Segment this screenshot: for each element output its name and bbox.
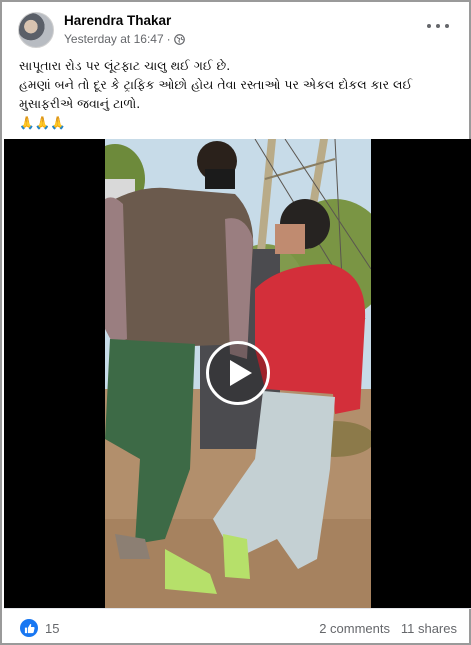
- post-timestamp[interactable]: Yesterday at 16:47: [64, 32, 164, 46]
- post-caption: સાપૂતારા રોડ પર લૂંટફાટ ચાલુ થઈ ગઈ છે. હ…: [19, 56, 459, 132]
- post-header: Harendra Thakar Yesterday at 16:47 ·: [16, 11, 457, 51]
- comments-link[interactable]: 2 comments: [319, 621, 390, 636]
- globe-icon: [173, 33, 185, 45]
- more-options-icon[interactable]: [427, 19, 449, 33]
- caption-line: મુસાફરીએ જવાનું ટાળો.: [19, 96, 141, 111]
- reaction-count[interactable]: 15: [45, 621, 59, 636]
- play-button[interactable]: [206, 341, 270, 405]
- video-player[interactable]: [4, 139, 471, 608]
- post-card: Harendra Thakar Yesterday at 16:47 · સાપ…: [0, 0, 471, 645]
- post-meta: Yesterday at 16:47 ·: [64, 32, 185, 46]
- avatar[interactable]: [18, 12, 54, 48]
- caption-line: સાપૂતારા રોડ પર લૂંટફાટ ચાલુ થઈ ગઈ છે.: [19, 58, 231, 73]
- shares-link[interactable]: 11 shares: [401, 621, 457, 636]
- meta-separator: ·: [166, 32, 171, 46]
- post-footer: 15 2 comments 11 shares: [4, 608, 471, 645]
- caption-line: હમણાં બને તો દૂર કે ટ્રાફિક ઓછો હોય તેવા…: [19, 77, 413, 92]
- caption-emoji: 🙏🙏🙏: [19, 115, 66, 130]
- like-icon[interactable]: [20, 619, 38, 637]
- author-name[interactable]: Harendra Thakar: [64, 13, 171, 28]
- play-icon: [229, 360, 252, 386]
